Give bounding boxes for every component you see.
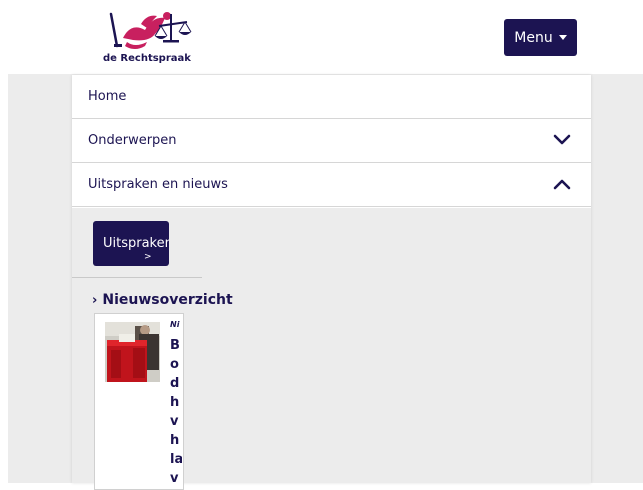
news-heading: Nieuwsoverzicht [102, 292, 233, 308]
site-header: de Rechtspraak Menu [0, 0, 643, 74]
news-card-title-line: v [170, 414, 179, 429]
nav-item-uitspraken-en-nieuws[interactable]: Uitspraken en nieuws [72, 163, 591, 207]
caret-down-icon [558, 35, 567, 40]
news-card-title-line: v [170, 471, 179, 486]
news-card-meta: Ni [170, 320, 180, 329]
chevron-down-icon[interactable] [553, 133, 571, 147]
news-thumbnail [105, 322, 160, 382]
chevron-right-icon: › [92, 293, 98, 308]
uitspraken-button-label: Uitspraken [103, 236, 169, 251]
arrow-right-icon: > [144, 252, 152, 262]
uitspraken-button[interactable]: Uitspraken > [93, 221, 169, 266]
logo-text: de Rechtspraak [103, 53, 191, 64]
chevron-up-icon[interactable] [553, 177, 571, 191]
nav-item-label: Uitspraken en nieuws [88, 177, 228, 192]
news-card-title-line: h [170, 395, 180, 410]
news-card-title-line: la [170, 452, 182, 467]
submenu-area: Uitspraken > › Nieuwsoverzicht Ni B o d … [72, 208, 591, 490]
justitia-logo-icon [109, 12, 192, 49]
nav-item-onderwerpen[interactable]: Onderwerpen [72, 119, 591, 163]
news-card-title-line: d [170, 376, 180, 391]
nav-item-label: Onderwerpen [88, 133, 177, 148]
news-card-title: B o d h v h la v [170, 336, 182, 488]
news-card-title-line: o [170, 357, 179, 372]
nav-item-home[interactable]: Home [72, 75, 591, 119]
news-card[interactable]: Ni B o d h v h la v [94, 313, 184, 490]
menu-panel: Home Onderwerpen Uitspraken en nieuws Ui… [72, 75, 591, 490]
news-overview-link[interactable]: › Nieuwsoverzicht [92, 292, 233, 308]
ballot-box-image [105, 322, 160, 382]
menu-button[interactable]: Menu [504, 19, 577, 56]
submenu-divider [72, 277, 202, 278]
rechtspraak-logo[interactable]: de Rechtspraak [103, 8, 195, 66]
nav-item-label: Home [88, 89, 127, 104]
news-card-title-line: B [170, 338, 180, 353]
news-card-title-line: h [170, 433, 180, 448]
menu-button-label: Menu [514, 29, 553, 46]
